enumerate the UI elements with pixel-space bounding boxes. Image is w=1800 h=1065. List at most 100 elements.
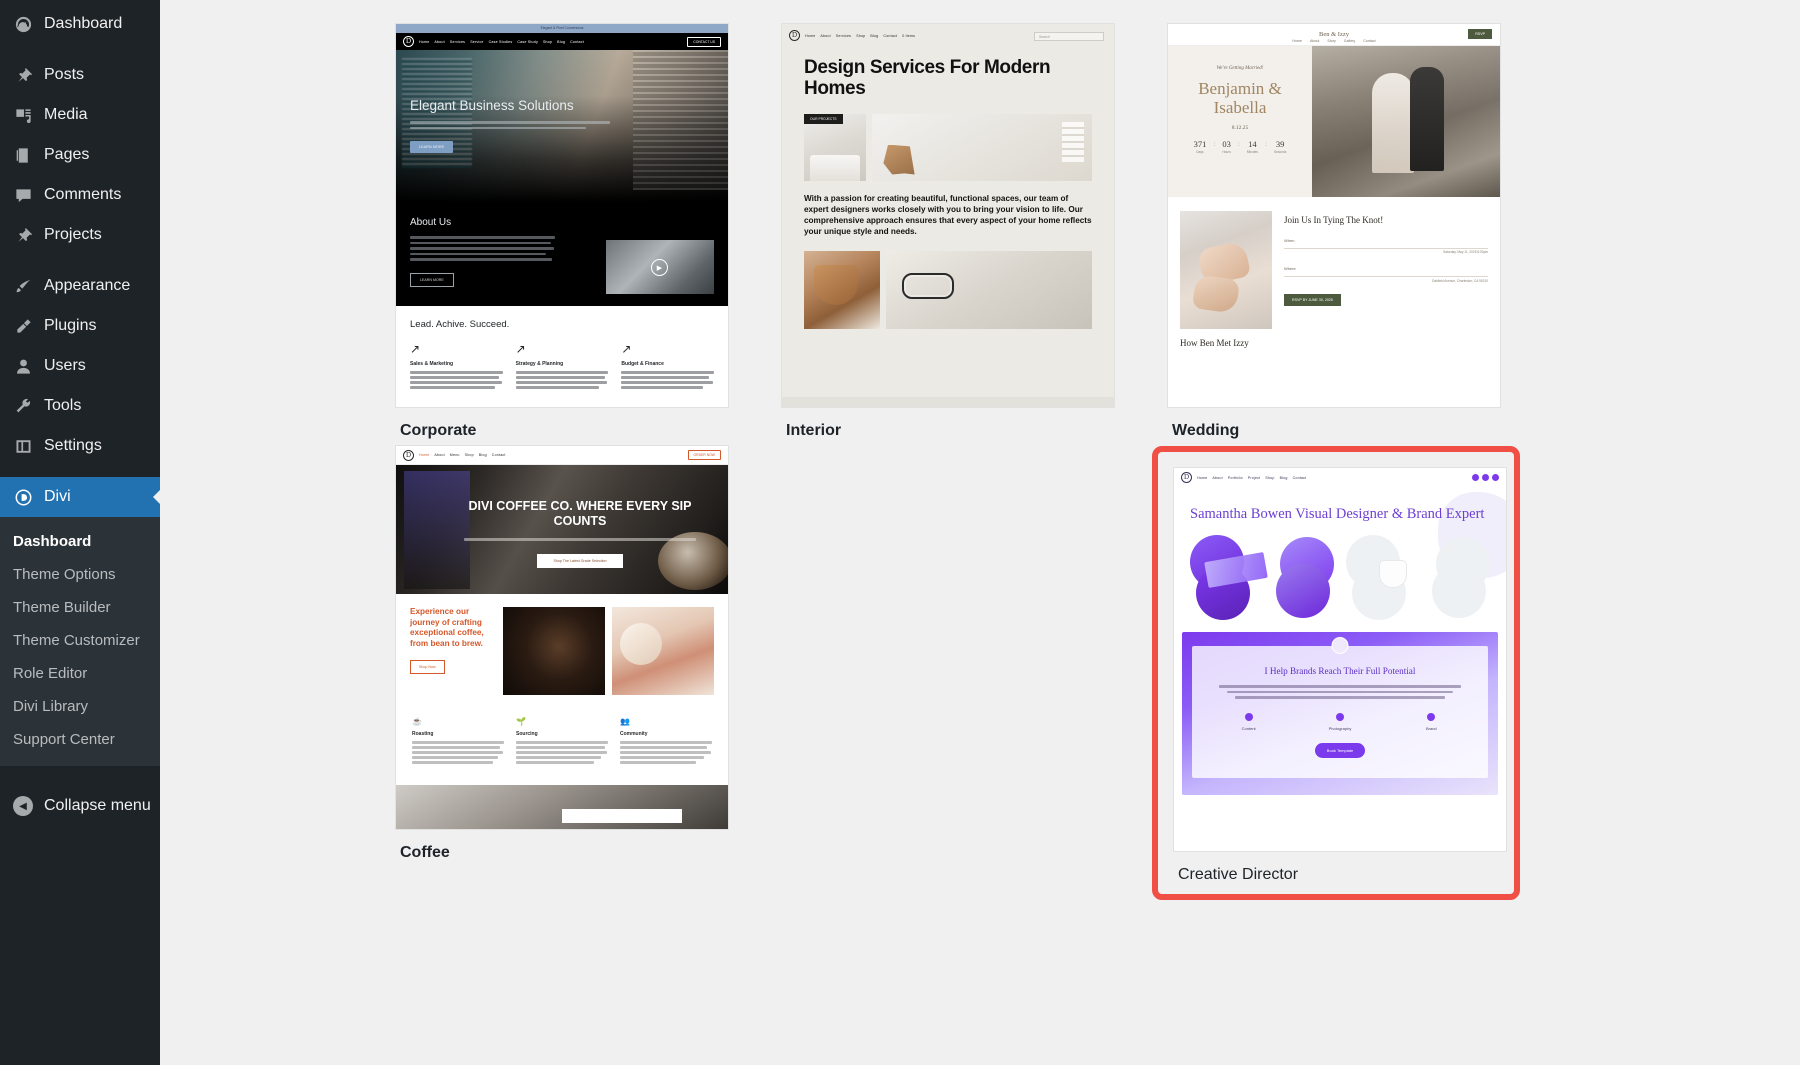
preview-image bbox=[612, 607, 714, 695]
sidebar-item-dashboard[interactable]: Dashboard bbox=[0, 4, 160, 44]
divi-submenu: Dashboard Theme Options Theme Builder Th… bbox=[0, 517, 160, 766]
sidebar-item-label: Appearance bbox=[44, 277, 131, 295]
panel-column: Photography bbox=[1297, 712, 1382, 731]
template-preview-creative-director[interactable]: D Home About Portfolio Project Shop Blog… bbox=[1174, 468, 1506, 851]
brush-icon bbox=[13, 276, 33, 296]
lead-title: Lead. Achive. Succeed. bbox=[410, 319, 510, 330]
invite-photo bbox=[1180, 211, 1272, 329]
preview-image bbox=[872, 113, 1092, 181]
media-icon bbox=[13, 105, 33, 125]
submenu-item-theme-builder[interactable]: Theme Builder bbox=[0, 591, 160, 624]
template-preview-corporate[interactable]: Elegant & Pixel Conversions D Home About… bbox=[396, 24, 728, 407]
sidebar-item-media[interactable]: Media bbox=[0, 95, 160, 135]
template-label: Corporate bbox=[400, 422, 477, 439]
nav-link: About bbox=[1310, 39, 1320, 43]
template-preview-wedding[interactable]: Ben & Izzy RSVP Home About Story Gallery… bbox=[1168, 24, 1500, 407]
feature-column: ☕ Roasting bbox=[412, 718, 504, 766]
feature-title: Strategy & Planning bbox=[515, 361, 564, 367]
nav-link: Case Study bbox=[517, 39, 538, 44]
feature-title: Sourcing bbox=[516, 731, 538, 737]
feature-title: Budget & Finance bbox=[621, 361, 664, 367]
divi-icon bbox=[13, 487, 33, 507]
submenu-item-dashboard[interactable]: Dashboard bbox=[0, 525, 160, 558]
search-input: Search bbox=[1034, 32, 1104, 41]
panel-column: Brand bbox=[1389, 712, 1474, 731]
settings-icon bbox=[13, 436, 33, 456]
dot-icon bbox=[1244, 712, 1253, 721]
preview-shape-light bbox=[1346, 535, 1490, 621]
feature-column: ↗ Strategy & Planning bbox=[515, 343, 609, 391]
template-label: Interior bbox=[786, 422, 842, 439]
countdown-timer: 371 Days : 03 Hours : 14 Minutes: 39 Se… bbox=[1178, 139, 1302, 154]
invite-title: Join Us In Tying The Knot! bbox=[1284, 215, 1384, 225]
dot-icon bbox=[1335, 712, 1344, 721]
template-preview-interior[interactable]: Search D Home About Services Shop Blog C… bbox=[782, 24, 1114, 407]
sidebar-item-divi[interactable]: Divi bbox=[0, 477, 161, 517]
nav-link: Home bbox=[419, 453, 430, 457]
sidebar-item-pages[interactable]: Pages bbox=[0, 135, 160, 175]
template-card-corporate[interactable]: Elegant & Pixel Conversions D Home About… bbox=[396, 24, 782, 440]
story-title: How Ben Met Izzy bbox=[1180, 338, 1249, 348]
template-card-coffee[interactable]: D Home About Menu Shop Blog Contact ORDE… bbox=[396, 446, 782, 900]
preview-cta-panel: I Help Brands Reach Their Full Potential… bbox=[1182, 632, 1498, 796]
nav-link: Home bbox=[419, 39, 430, 44]
sidebar-item-comments[interactable]: Comments bbox=[0, 175, 160, 215]
countdown-label: Hours bbox=[1222, 149, 1231, 154]
preview-nav: D Home About Services Service Case Studi… bbox=[396, 33, 728, 50]
submenu-item-divi-library[interactable]: Divi Library bbox=[0, 690, 160, 723]
preview-footer bbox=[396, 785, 728, 829]
template-label: Creative Director bbox=[1178, 866, 1299, 883]
preview-browser-bar: Elegant & Pixel Conversions bbox=[396, 24, 728, 33]
template-card-interior[interactable]: Search D Home About Services Shop Blog C… bbox=[782, 24, 1168, 440]
submenu-item-theme-options[interactable]: Theme Options bbox=[0, 558, 160, 591]
submenu-item-support-center[interactable]: Support Center bbox=[0, 723, 160, 756]
template-card-creative-director[interactable]: D Home About Portfolio Project Shop Blog… bbox=[1152, 446, 1554, 900]
template-label: Wedding bbox=[1172, 422, 1240, 439]
shape-row bbox=[1174, 523, 1506, 621]
sidebar-item-label: Dashboard bbox=[44, 15, 123, 33]
hero-image-row: OUR PROJECTS bbox=[804, 113, 1092, 181]
coffee-cup-icon: ☕ bbox=[412, 717, 422, 726]
nav-link: Case Studies bbox=[488, 39, 513, 44]
nav-link: Contact bbox=[883, 33, 898, 38]
feature-title: Roasting bbox=[412, 731, 434, 737]
feature-column: 🌱 Sourcing bbox=[516, 718, 608, 766]
nav-link: Shop bbox=[856, 33, 866, 38]
template-preview-coffee[interactable]: D Home About Menu Shop Blog Contact ORDE… bbox=[396, 446, 728, 829]
nav-link: Contact bbox=[491, 453, 506, 457]
panel-column-label: Brand bbox=[1425, 725, 1437, 731]
submenu-item-theme-customizer[interactable]: Theme Customizer bbox=[0, 624, 160, 657]
sidebar-item-users[interactable]: Users bbox=[0, 346, 160, 386]
sidebar-item-projects[interactable]: Projects bbox=[0, 215, 160, 255]
people-icon: 👥 bbox=[620, 717, 630, 726]
feature-title: Sales & Marketing bbox=[410, 361, 454, 367]
preview-about-section: About Us LEARN MORE ▶ bbox=[396, 202, 728, 306]
nav-link: Shop bbox=[542, 39, 553, 44]
sidebar-item-label: Settings bbox=[44, 437, 102, 455]
countdown-value: 371 bbox=[1193, 138, 1207, 149]
feature-column: ↗ Budget & Finance bbox=[621, 343, 715, 391]
sidebar-item-tools[interactable]: Tools bbox=[0, 386, 160, 426]
submenu-item-role-editor[interactable]: Role Editor bbox=[0, 657, 160, 690]
sidebar-item-settings[interactable]: Settings bbox=[0, 426, 160, 466]
nav-link: Menu bbox=[449, 453, 460, 457]
feature-title: Community bbox=[620, 731, 648, 737]
collapse-menu-button[interactable]: ◀ Collapse menu bbox=[0, 784, 160, 828]
sidebar-item-posts[interactable]: Posts bbox=[0, 55, 160, 95]
sidebar-item-label: Tools bbox=[44, 397, 82, 415]
countdown-unit: 03 Hours bbox=[1222, 139, 1231, 154]
sidebar-item-label: Pages bbox=[44, 146, 90, 164]
sidebar-item-appearance[interactable]: Appearance bbox=[0, 266, 160, 306]
preview-shape-purple bbox=[1190, 535, 1334, 621]
countdown-unit: 39 Seconds bbox=[1274, 139, 1286, 154]
template-card-wedding[interactable]: Ben & Izzy RSVP Home About Story Gallery… bbox=[1168, 24, 1554, 440]
dot-icon bbox=[1482, 474, 1489, 481]
hero-eyebrow: We're Getting Married! bbox=[1216, 66, 1264, 71]
preview-nav: Home About Story Gallery Contact bbox=[1168, 36, 1500, 43]
divi-logo-icon: D bbox=[403, 449, 414, 461]
nav-link: Story bbox=[1327, 39, 1336, 43]
countdown-separator: : bbox=[1264, 139, 1267, 148]
sidebar-item-plugins[interactable]: Plugins bbox=[0, 306, 160, 346]
nav-cta-button: CONTACT US bbox=[687, 36, 721, 47]
sidebar-divider bbox=[0, 466, 160, 477]
